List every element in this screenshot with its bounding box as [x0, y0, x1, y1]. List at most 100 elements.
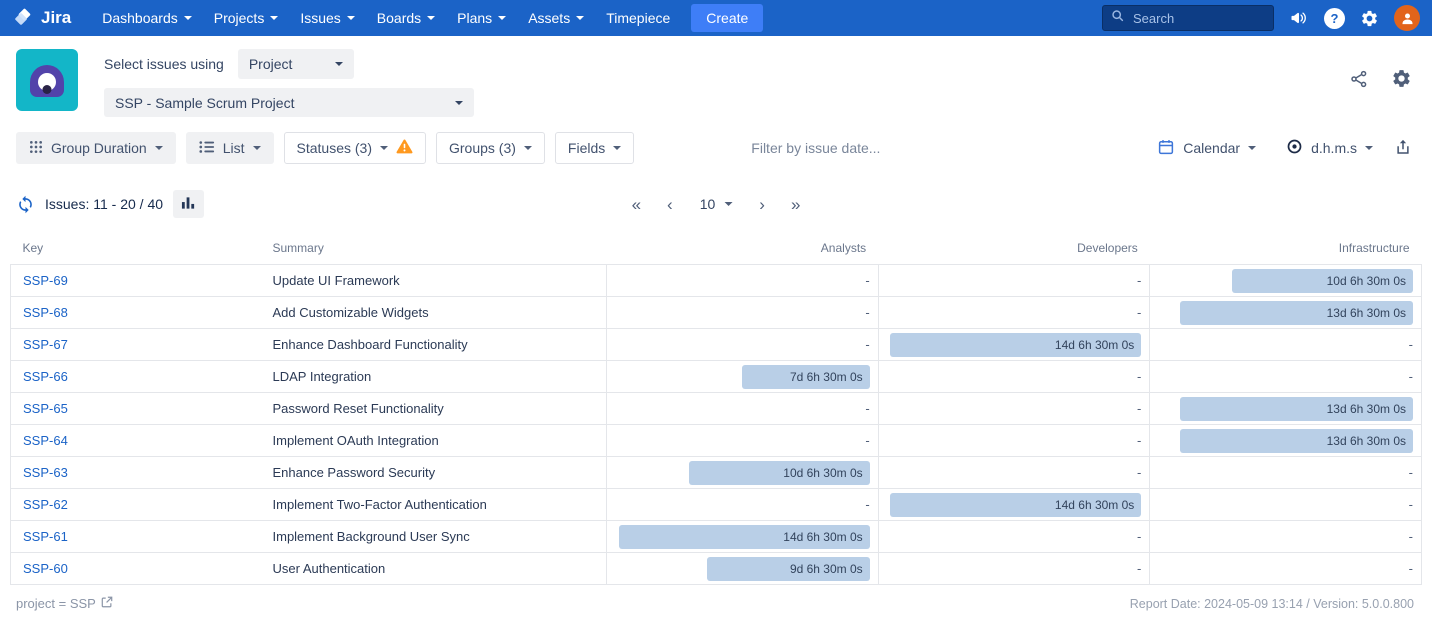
next-page-button[interactable]: › [752, 194, 772, 215]
top-navbar: Jira DashboardsProjectsIssuesBoardsPlans… [0, 0, 1432, 36]
duration-label: 13d 6h 30m 0s [1327, 306, 1406, 320]
nav-item-plans[interactable]: Plans [446, 0, 517, 36]
duration-format-button[interactable]: d.h.m.s [1273, 132, 1386, 164]
key-cell: SSP-65 [11, 393, 261, 425]
table-header-row: Key Summary Analysts Developers Infrastr… [11, 232, 1422, 265]
developers-duration-cell: - [878, 265, 1150, 297]
duration-label: 14d 6h 30m 0s [1055, 338, 1134, 352]
nav-item-dashboards[interactable]: Dashboards [91, 0, 203, 36]
issues-table: Key Summary Analysts Developers Infrastr… [10, 232, 1422, 585]
duration-bar: 14d 6h 30m 0s [619, 525, 870, 549]
nav-item-issues[interactable]: Issues [289, 0, 365, 36]
summary-cell: Implement OAuth Integration [261, 425, 607, 457]
report-info: Report Date: 2024-05-09 13:14 / Version:… [1130, 597, 1414, 611]
key-cell: SSP-62 [11, 489, 261, 521]
calendar-button[interactable]: Calendar [1144, 132, 1269, 164]
list-icon [199, 140, 215, 157]
prev-page-button[interactable]: ‹ [660, 194, 680, 215]
header-controls: Select issues using Project SSP - Sample… [104, 49, 474, 117]
issue-key-link[interactable]: SSP-62 [23, 497, 68, 512]
chevron-down-icon [270, 16, 278, 20]
nav-menu: DashboardsProjectsIssuesBoardsPlansAsset… [91, 0, 681, 36]
analysts-duration-cell: - [607, 265, 879, 297]
issue-key-link[interactable]: SSP-68 [23, 305, 68, 320]
warning-icon [396, 139, 413, 157]
project-select[interactable]: SSP - Sample Scrum Project [104, 88, 474, 117]
settings-gear-icon[interactable] [1360, 9, 1379, 28]
first-page-button[interactable]: « [625, 194, 648, 215]
issue-key-link[interactable]: SSP-69 [23, 273, 68, 288]
last-page-button[interactable]: » [784, 194, 807, 215]
table-row: SSP-67Enhance Dashboard Functionality-14… [11, 329, 1422, 361]
select-issues-label: Select issues using [104, 56, 224, 72]
project-select-value: SSP - Sample Scrum Project [115, 95, 294, 111]
infrastructure-duration-cell: - [1150, 521, 1422, 553]
issue-key-link[interactable]: SSP-60 [23, 561, 68, 576]
key-cell: SSP-61 [11, 521, 261, 553]
group-duration-label: Group Duration [51, 140, 147, 156]
duration-label: 13d 6h 30m 0s [1327, 434, 1406, 448]
issue-source-value: Project [249, 56, 293, 72]
search-box[interactable] [1102, 5, 1274, 31]
summary-cell: LDAP Integration [261, 361, 607, 393]
duration-format-label: d.h.m.s [1311, 140, 1357, 156]
megaphone-icon[interactable] [1289, 8, 1309, 28]
view-list-label: List [223, 140, 245, 156]
nav-item-projects[interactable]: Projects [203, 0, 290, 36]
issue-key-link[interactable]: SSP-61 [23, 529, 68, 544]
statuses-button[interactable]: Statuses (3) [284, 132, 426, 164]
issues-count-label: Issues: 11 - 20 / 40 [45, 196, 163, 212]
chevron-down-icon [613, 146, 621, 150]
help-icon[interactable]: ? [1324, 8, 1345, 29]
chevron-down-icon [184, 16, 192, 20]
jira-logo-icon [14, 8, 34, 28]
report-filter-link[interactable]: project = SSP [16, 596, 113, 611]
table-wrap: Key Summary Analysts Developers Infrastr… [0, 226, 1432, 585]
page-size-select[interactable]: 10 [692, 192, 741, 216]
infrastructure-duration-cell: - [1150, 329, 1422, 361]
issue-date-filter-input[interactable] [749, 139, 1134, 157]
key-cell: SSP-60 [11, 553, 261, 585]
view-list-button[interactable]: List [186, 132, 274, 164]
bar-chart-icon [181, 196, 196, 213]
duration-bar: 9d 6h 30m 0s [707, 557, 870, 581]
chart-view-button[interactable] [173, 190, 204, 218]
key-cell: SSP-69 [11, 265, 261, 297]
refresh-icon[interactable] [16, 195, 35, 214]
summary-cell: Password Reset Functionality [261, 393, 607, 425]
issue-key-link[interactable]: SSP-64 [23, 433, 68, 448]
fields-button[interactable]: Fields [555, 132, 634, 164]
group-duration-button[interactable]: Group Duration [16, 132, 176, 164]
analysts-duration-cell: - [607, 393, 879, 425]
jira-brand[interactable]: Jira [14, 8, 71, 28]
fields-label: Fields [568, 140, 605, 156]
infrastructure-duration-cell: - [1150, 457, 1422, 489]
chevron-down-icon [155, 146, 163, 150]
nav-item-boards[interactable]: Boards [366, 0, 446, 36]
developers-duration-cell: - [878, 393, 1150, 425]
infrastructure-duration-cell: - [1150, 361, 1422, 393]
duration-bar: 10d 6h 30m 0s [689, 461, 870, 485]
issue-key-link[interactable]: SSP-65 [23, 401, 68, 416]
search-input[interactable] [1131, 10, 1265, 27]
developers-duration-cell: 14d 6h 30m 0s [878, 489, 1150, 521]
duration-bar: 14d 6h 30m 0s [890, 333, 1141, 357]
nav-item-timepiece[interactable]: Timepiece [595, 0, 681, 36]
create-button[interactable]: Create [691, 4, 763, 32]
pager: « ‹ 10 › » [625, 192, 808, 216]
issue-source-select[interactable]: Project [238, 49, 354, 79]
alien-pupil [43, 85, 52, 94]
issue-key-link[interactable]: SSP-67 [23, 337, 68, 352]
report-footer: project = SSP Report Date: 2024-05-09 13… [0, 585, 1432, 611]
key-cell: SSP-68 [11, 297, 261, 329]
grid-icon [29, 140, 43, 157]
report-settings-gear-icon[interactable] [1391, 68, 1412, 89]
issue-key-link[interactable]: SSP-66 [23, 369, 68, 384]
nav-item-assets[interactable]: Assets [517, 0, 595, 36]
groups-button[interactable]: Groups (3) [436, 132, 545, 164]
export-button[interactable] [1390, 134, 1416, 163]
filter-text: project = SSP [16, 596, 96, 611]
share-icon[interactable] [1349, 68, 1369, 89]
issue-key-link[interactable]: SSP-63 [23, 465, 68, 480]
user-avatar[interactable] [1394, 5, 1420, 31]
